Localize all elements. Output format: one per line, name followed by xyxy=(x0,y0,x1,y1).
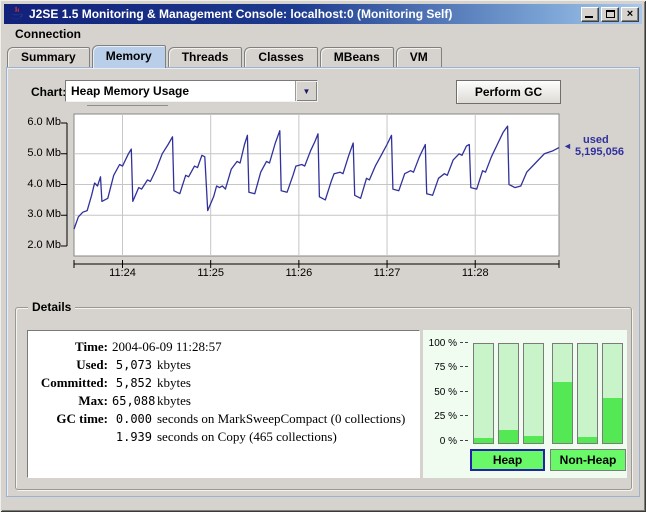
window-title: J2SE 1.5 Monitoring & Management Console… xyxy=(29,7,581,21)
x-tick-label: 11:24 xyxy=(101,267,145,279)
detail-label: Max: xyxy=(28,393,108,409)
pool-bar xyxy=(498,343,519,444)
close-icon: × xyxy=(627,9,633,20)
pool-bar-fill xyxy=(524,436,543,443)
combo-arrow-button[interactable]: ▼ xyxy=(295,81,317,101)
pool-bar xyxy=(473,343,494,444)
menu-connection[interactable]: Connection xyxy=(4,25,89,43)
x-tick-label: 11:25 xyxy=(189,267,233,279)
x-tick-label: 11:27 xyxy=(365,267,409,279)
detail-value: kbytes xyxy=(157,393,191,409)
pool-bar-fill xyxy=(499,430,518,443)
minimize-button[interactable] xyxy=(581,7,599,22)
java-cup-icon xyxy=(8,6,24,22)
pool-bar-fill xyxy=(474,438,493,443)
pool-tick-label: 100 % xyxy=(429,338,457,349)
detail-number: 65,088 xyxy=(112,394,152,408)
used-marker-icon: ◄ xyxy=(563,141,572,151)
chart-select[interactable]: Heap Memory Usage ▼ xyxy=(65,80,318,102)
x-tick-label: 11:26 xyxy=(277,267,321,279)
tab-classes[interactable]: Classes xyxy=(244,47,317,67)
tick-dash-icon xyxy=(460,342,469,343)
close-button[interactable]: × xyxy=(621,7,639,22)
maximize-icon xyxy=(606,10,615,18)
tick-dash-icon xyxy=(460,391,469,392)
detail-value: 2004-06-09 11:28:57 xyxy=(112,339,222,355)
heap-usage-plot xyxy=(11,111,641,283)
minimize-icon xyxy=(585,16,593,18)
detail-row-gc-copy: 1.939 seconds on Copy (465 collections) xyxy=(28,429,419,447)
pool-tick: 100 % xyxy=(423,338,469,349)
memory-pools-panel: 100 % 75 % 50 % 25 % 0 % Heap Non-Heap xyxy=(423,330,627,478)
detail-row-time: Time: 2004-06-09 11:28:57 xyxy=(28,339,419,357)
application-window: { "window": { "title": "J2SE 1.5 Monitor… xyxy=(0,0,646,512)
nonheap-pools-button[interactable]: Non-Heap xyxy=(550,449,626,471)
pool-tick-label: 25 % xyxy=(434,411,457,422)
detail-value: seconds on MarkSweepCompact (0 collectio… xyxy=(157,411,405,427)
detail-row-used: Used: 5,073 kbytes xyxy=(28,357,419,375)
detail-value: seconds on Copy (465 collections) xyxy=(157,429,337,445)
combo-focus-underline xyxy=(87,105,168,106)
details-panel: Time: 2004-06-09 11:28:57 Used: 5,073 kb… xyxy=(27,330,420,478)
heap-usage-chart: 6.0 Mb 5.0 Mb 4.0 Mb 3.0 Mb 2.0 Mb 11:24… xyxy=(11,111,641,283)
used-marker-title: used xyxy=(575,134,624,146)
y-tick-label: 2.0 Mb xyxy=(15,239,61,251)
maximize-button[interactable] xyxy=(601,7,619,22)
detail-number: 0.000 xyxy=(112,412,152,426)
tab-mbeans[interactable]: MBeans xyxy=(320,47,394,67)
detail-row-committed: Committed: 5,852 kbytes xyxy=(28,375,419,393)
pool-bar-fill xyxy=(603,398,622,443)
x-tick-label: 11:28 xyxy=(453,267,497,279)
pool-tick-label: 75 % xyxy=(434,362,457,373)
perform-gc-button[interactable]: Perform GC xyxy=(456,80,561,104)
used-marker-value: 5,195,056 xyxy=(575,146,624,158)
pool-bar-fill xyxy=(553,382,572,443)
pool-tick: 25 % xyxy=(423,411,469,422)
chart-select-value: Heap Memory Usage xyxy=(66,81,295,101)
tick-dash-icon xyxy=(460,366,469,367)
detail-label: Time: xyxy=(28,339,108,355)
details-title: Details xyxy=(28,300,75,314)
y-tick-label: 4.0 Mb xyxy=(15,178,61,190)
detail-label: Used: xyxy=(28,357,108,373)
detail-number: 5,852 xyxy=(112,376,152,390)
detail-row-max: Max: 65,088 kbytes xyxy=(28,393,419,411)
tab-vm[interactable]: VM xyxy=(396,47,442,67)
pool-bar xyxy=(552,343,573,444)
detail-number: 1.939 xyxy=(112,430,152,444)
detail-number: 5,073 xyxy=(112,358,152,372)
memory-tab-panel: Chart: Heap Memory Usage ▼ Perform GC 6.… xyxy=(6,67,640,497)
used-marker-label: used 5,195,056 xyxy=(575,134,624,158)
y-tick-label: 3.0 Mb xyxy=(15,208,61,220)
tab-memory[interactable]: Memory xyxy=(92,45,166,68)
tab-summary[interactable]: Summary xyxy=(7,47,90,67)
pool-tick-label: 50 % xyxy=(434,387,457,398)
chevron-down-icon: ▼ xyxy=(303,87,311,96)
tick-dash-icon xyxy=(460,415,469,416)
pool-bar xyxy=(523,343,544,444)
detail-value: kbytes xyxy=(157,375,191,391)
pool-bar xyxy=(602,343,623,444)
pool-tick: 75 % xyxy=(423,362,469,373)
chart-label: Chart: xyxy=(31,85,66,99)
pool-bar xyxy=(577,343,598,444)
pool-tick-label: 0 % xyxy=(440,436,457,447)
tick-dash-icon xyxy=(460,440,469,441)
menu-bar: Connection xyxy=(4,24,642,44)
detail-row-gc-marksweep: GC time: 0.000 seconds on MarkSweepCompa… xyxy=(28,411,419,429)
details-groupbox: Details Time: 2004-06-09 11:28:57 Used: … xyxy=(15,307,632,490)
detail-value: kbytes xyxy=(157,357,191,373)
tab-threads[interactable]: Threads xyxy=(168,47,243,67)
heap-pools-button[interactable]: Heap xyxy=(470,449,545,471)
window-controls: × xyxy=(581,7,639,22)
detail-label: GC time: xyxy=(28,411,108,427)
pool-bar-fill xyxy=(578,437,597,443)
pool-tick: 0 % xyxy=(423,436,469,447)
title-bar[interactable]: J2SE 1.5 Monitoring & Management Console… xyxy=(4,4,642,24)
pool-tick: 50 % xyxy=(423,387,469,398)
y-tick-label: 5.0 Mb xyxy=(15,147,61,159)
tab-bar: Summary Memory Threads Classes MBeans VM xyxy=(7,45,444,67)
y-tick-label: 6.0 Mb xyxy=(15,116,61,128)
detail-label: Committed: xyxy=(28,375,108,391)
